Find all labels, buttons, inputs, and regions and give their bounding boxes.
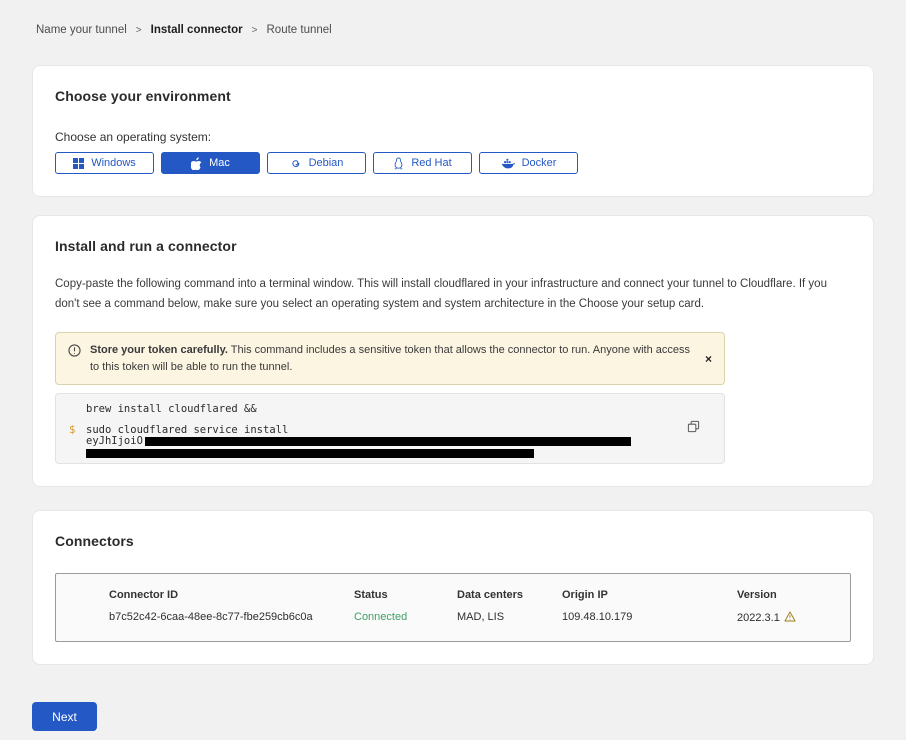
breadcrumb: Name your tunnel > Install connector > R… bbox=[0, 0, 906, 36]
os-button-label: Debian bbox=[309, 157, 344, 169]
connectors-card: Connectors Connector ID Status Data cent… bbox=[32, 510, 874, 665]
col-header-data-centers: Data centers bbox=[457, 589, 562, 601]
breadcrumb-route-tunnel[interactable]: Route tunnel bbox=[267, 24, 332, 36]
install-card-title: Install and run a connector bbox=[55, 238, 851, 254]
warning-triangle-icon bbox=[784, 611, 796, 625]
copy-icon[interactable] bbox=[687, 420, 700, 436]
alert-circle-icon bbox=[68, 344, 81, 375]
warning-text-bold: Store your token carefully. bbox=[90, 344, 228, 356]
os-button-mac[interactable]: Mac bbox=[161, 152, 260, 174]
os-button-debian[interactable]: Debian bbox=[267, 152, 366, 174]
table-row: b7c52c42-6caa-48ee-8c77-fbe259cb6c0a Con… bbox=[56, 611, 850, 625]
shell-prompt: $ bbox=[69, 425, 75, 436]
redacted-token-bar bbox=[145, 437, 631, 446]
breadcrumb-name-your-tunnel[interactable]: Name your tunnel bbox=[36, 24, 127, 36]
environment-card-title: Choose your environment bbox=[55, 88, 851, 104]
origin-ip-value: 109.48.10.179 bbox=[562, 611, 737, 625]
windows-icon bbox=[73, 158, 84, 169]
col-header-origin-ip: Origin IP bbox=[562, 589, 737, 601]
col-header-status: Status bbox=[354, 589, 457, 601]
breadcrumb-install-connector[interactable]: Install connector bbox=[151, 24, 243, 36]
code-line-sudo: sudo cloudflared service install bbox=[86, 425, 710, 436]
breadcrumb-separator: > bbox=[136, 25, 142, 36]
redhat-penguin-icon bbox=[393, 157, 404, 170]
connectors-table: Connector ID Status Data centers Origin … bbox=[55, 573, 851, 642]
col-header-version: Version bbox=[737, 589, 850, 601]
choose-environment-card: Choose your environment Choose an operat… bbox=[32, 65, 874, 197]
os-button-label: Windows bbox=[91, 157, 136, 169]
code-line-token: eyJhIjoiO bbox=[86, 436, 710, 447]
data-centers-value: MAD, LIS bbox=[457, 611, 562, 625]
os-button-label: Mac bbox=[209, 157, 230, 169]
token-prefix: eyJhIjoiO bbox=[86, 436, 143, 447]
code-line-brew: brew install cloudflared && bbox=[86, 404, 710, 415]
redacted-token-bar bbox=[86, 449, 534, 458]
install-command-code-block: brew install cloudflared && $ sudo cloud… bbox=[55, 393, 725, 464]
os-button-row: Windows Mac Debian Red Hat Docker bbox=[55, 152, 851, 174]
os-button-redhat[interactable]: Red Hat bbox=[373, 152, 472, 174]
os-button-windows[interactable]: Windows bbox=[55, 152, 154, 174]
close-icon[interactable]: × bbox=[705, 352, 712, 366]
install-description: Copy-paste the following command into a … bbox=[55, 274, 851, 314]
version-number: 2022.3.1 bbox=[737, 612, 780, 624]
version-value: 2022.3.1 bbox=[737, 611, 850, 625]
connectors-table-header: Connector ID Status Data centers Origin … bbox=[56, 589, 850, 601]
debian-icon bbox=[290, 157, 302, 169]
col-header-connector-id: Connector ID bbox=[109, 589, 354, 601]
connector-id-value: b7c52c42-6caa-48ee-8c77-fbe259cb6c0a bbox=[109, 611, 354, 625]
next-button[interactable]: Next bbox=[32, 702, 97, 731]
os-button-label: Red Hat bbox=[411, 157, 451, 169]
token-warning-banner: Store your token carefully. This command… bbox=[55, 332, 725, 385]
os-button-docker[interactable]: Docker bbox=[479, 152, 578, 174]
apple-icon bbox=[191, 157, 202, 170]
warning-text: Store your token carefully. This command… bbox=[90, 342, 690, 375]
docker-whale-icon bbox=[501, 158, 515, 169]
status-badge: Connected bbox=[354, 611, 457, 625]
breadcrumb-separator: > bbox=[252, 25, 258, 36]
connectors-card-title: Connectors bbox=[55, 533, 851, 549]
os-select-label: Choose an operating system: bbox=[55, 130, 851, 144]
install-connector-card: Install and run a connector Copy-paste t… bbox=[32, 215, 874, 487]
os-button-label: Docker bbox=[522, 157, 557, 169]
